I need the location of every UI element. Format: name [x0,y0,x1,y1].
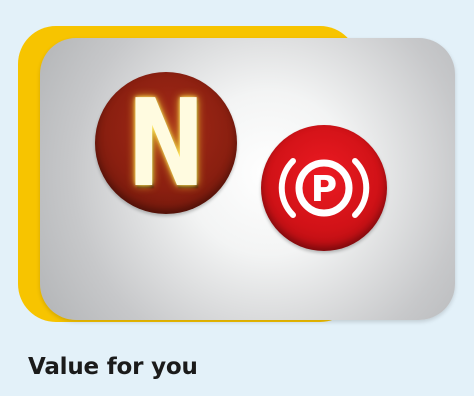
neutral-letter: N [126,75,206,214]
card-panel [40,38,455,320]
neutral-gear-icon: N [95,72,237,214]
caption-title: Value for you [28,354,198,380]
feature-card [18,26,455,326]
parking-letter: P [311,169,337,210]
parking-brake-symbol: P [278,158,370,218]
parking-brake-icon: P [261,125,387,251]
